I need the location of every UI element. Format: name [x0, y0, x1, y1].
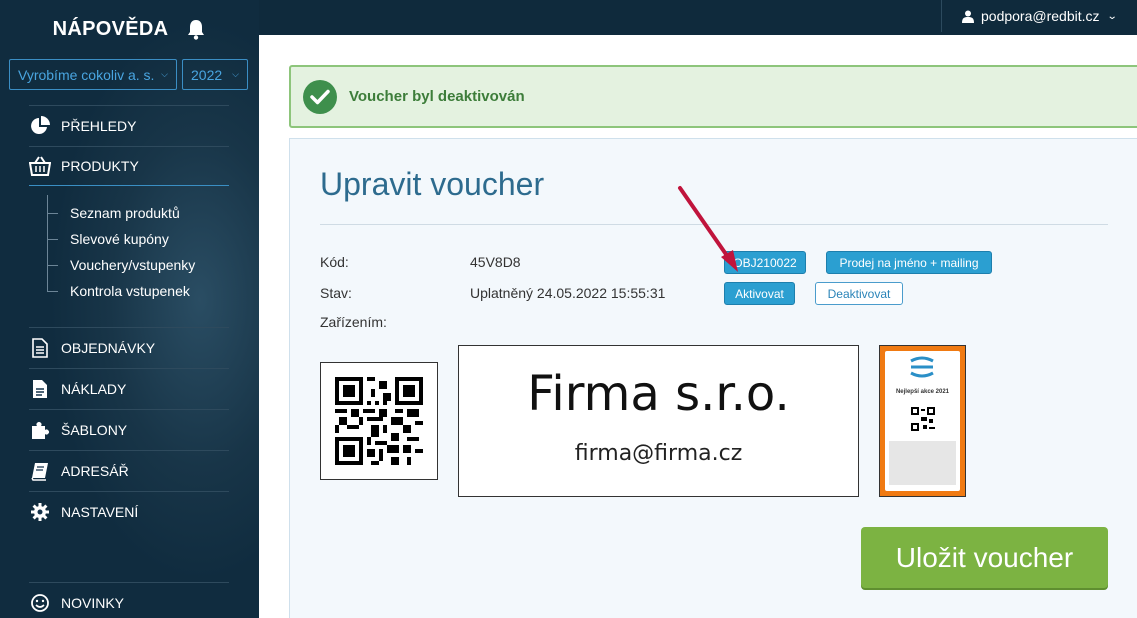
brand-title: NÁPOVĚDA — [52, 17, 169, 40]
qr-code — [320, 362, 438, 480]
ticket-qr-icon — [911, 407, 935, 431]
sidebar-subitem-kontrola-vstupenek[interactable]: Kontrola vstupenek — [70, 281, 190, 301]
user-icon — [962, 10, 974, 23]
user-menu[interactable]: podpora@redbit.cz ⌄ — [941, 0, 1137, 32]
company-select[interactable]: Vyrobíme cokoliv a. s. ⌵ — [9, 59, 177, 90]
save-voucher-button[interactable]: Uložit voucher — [861, 527, 1108, 588]
state-label: Stav: — [320, 285, 352, 301]
alert-message: Voucher byl deaktivován — [349, 88, 525, 105]
chevron-down-icon: ⌄ — [1106, 10, 1118, 22]
sell-mailing-button[interactable]: Prodej na jméno + mailing — [826, 251, 992, 274]
sidebar-item-novinky[interactable]: NOVINKY — [29, 582, 229, 618]
book-icon — [29, 461, 51, 481]
year-select[interactable]: 2022 ⌵ — [182, 59, 248, 90]
sidebar-subitem-slevove-kupony[interactable]: Slevové kupóny — [70, 229, 169, 249]
bell-icon[interactable] — [186, 18, 206, 40]
sidebar-subitem-seznam-produktu[interactable]: Seznam produktů — [70, 203, 180, 223]
sidebar-item-produkty[interactable]: PRODUKTY — [29, 146, 229, 186]
brand: NÁPOVĚDA — [0, 0, 259, 58]
code-value: 45V8D8 — [470, 254, 521, 270]
company-email: firma@firma.cz — [574, 441, 743, 466]
context-selects: Vyrobíme cokoliv a. s. ⌵ 2022 ⌵ — [9, 59, 248, 90]
ticket-footer: SimpleTicket.cz 45V8D8 — [886, 486, 951, 491]
gear-icon — [29, 502, 51, 522]
sidebar-item-adresar[interactable]: ADRESÁŘ — [29, 450, 229, 490]
code-label: Kód: — [320, 254, 349, 270]
sidebar-item-naklady[interactable]: NÁKLADY — [29, 368, 229, 408]
activate-button[interactable]: Aktivovat — [724, 282, 795, 305]
ticket-preview[interactable]: Nejlepší akce 2021 SimpleTicket.cz 45V8D… — [879, 345, 966, 497]
voucher-logo-preview: Firma s.r.o. firma@firma.cz — [458, 345, 859, 497]
sidebar-subnav: Seznam produktů Slevové kupóny Vouchery/… — [29, 195, 229, 300]
document-icon — [29, 337, 51, 358]
pie-chart-icon — [29, 115, 51, 136]
sidebar: NÁPOVĚDA Vyrobíme cokoliv a. s. ⌵ 2022 ⌵… — [0, 0, 259, 618]
check-circle-icon — [303, 79, 337, 114]
sidebar-item-nastaveni[interactable]: NASTAVENÍ — [29, 491, 229, 531]
user-email: podpora@redbit.cz — [981, 8, 1100, 24]
annotation-arrow-icon — [678, 186, 738, 272]
success-alert: Voucher byl deaktivován — [289, 65, 1137, 128]
device-label: Zařízením: — [320, 314, 387, 330]
smile-icon — [29, 593, 51, 613]
ticket-title: Nejlepší akce 2021 — [895, 389, 950, 395]
sidebar-item-prehledy[interactable]: PŘEHLEDY — [29, 105, 229, 145]
chevron-down-icon: ⌵ — [232, 69, 239, 79]
file-icon — [29, 379, 51, 399]
sidebar-item-objednavky[interactable]: OBJEDNÁVKY — [29, 327, 229, 367]
page-title: Upravit voucher — [320, 166, 545, 202]
qr-code-icon — [335, 377, 423, 465]
state-value: Uplatněný 24.05.2022 15:55:31 — [470, 285, 666, 301]
puzzle-icon — [29, 420, 51, 440]
sidebar-subitem-vouchery[interactable]: Vouchery/vstupenky — [70, 255, 195, 275]
company-name: Firma s.r.o. — [527, 366, 790, 422]
basket-icon — [29, 156, 51, 176]
deactivate-button[interactable]: Deaktivovat — [815, 282, 903, 305]
ticket-logo-icon — [910, 356, 934, 378]
chevron-down-icon: ⌵ — [161, 69, 168, 79]
sidebar-item-sablony[interactable]: ŠABLONY — [29, 409, 229, 449]
